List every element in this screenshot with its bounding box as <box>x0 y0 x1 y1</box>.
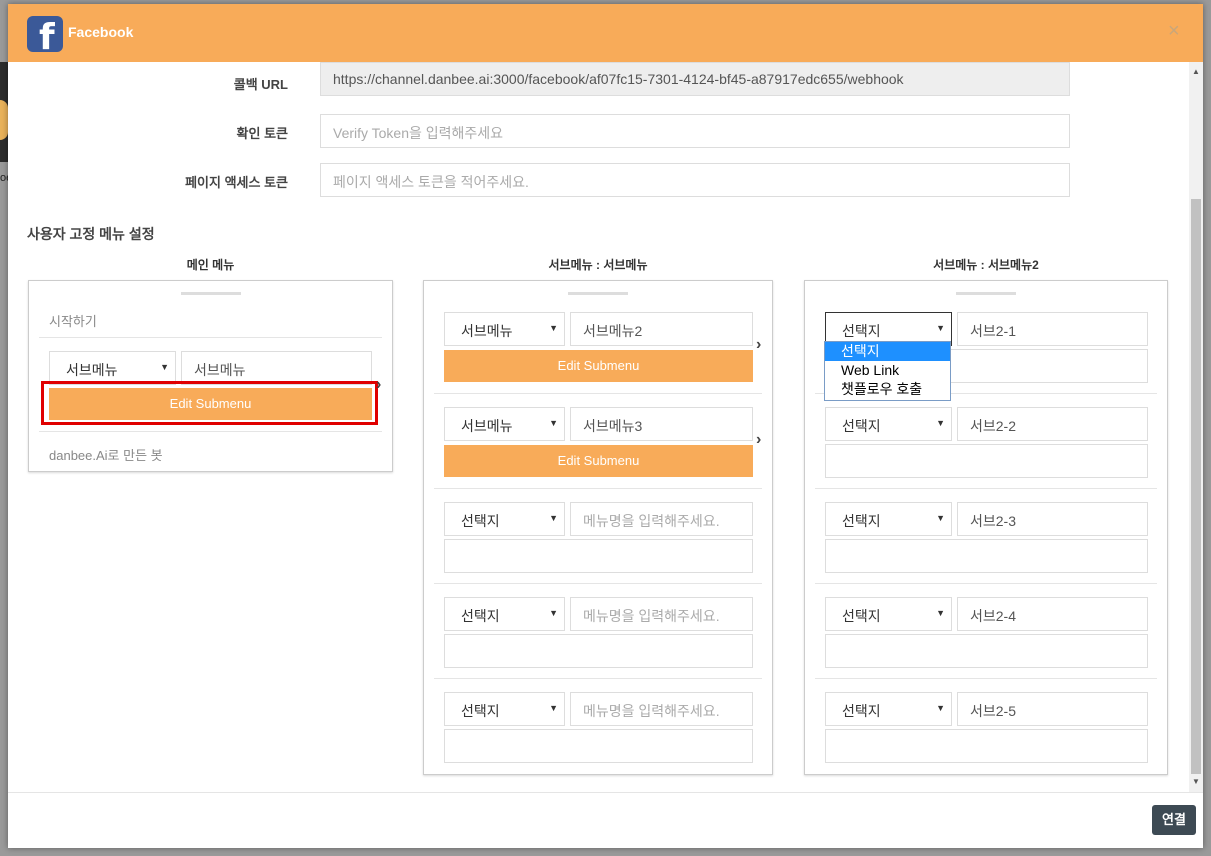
dropdown-arrow-icon: ▼ <box>160 362 169 372</box>
chevron-right-icon: › <box>756 431 762 448</box>
submenu2-name-input-4[interactable]: 서브2-4 <box>957 597 1148 631</box>
dropdown-option-chatflow[interactable]: 챗플로우 호출 <box>825 380 950 399</box>
chevron-right-icon: › <box>756 336 762 353</box>
main-menu-title: 메인 메뉴 <box>186 258 235 272</box>
dropdown-option-choice[interactable]: 선택지 <box>825 342 950 361</box>
dropdown-arrow-icon: ▼ <box>936 418 945 428</box>
callback-url-field[interactable]: https://channel.danbee.ai:3000/facebook/… <box>320 62 1070 96</box>
close-icon[interactable]: × <box>1168 20 1180 43</box>
submenu1-name-input-1[interactable]: 서브메뉴2 <box>570 312 753 346</box>
main-menu-panel: 시작하기 서브메뉴 ▼ 서브메뉴 Edit Submenu danbee.Ai로 … <box>28 280 393 472</box>
drag-handle[interactable] <box>181 292 241 295</box>
edit-submenu-button[interactable]: Edit Submenu <box>444 350 753 382</box>
submenu1-name-input-2[interactable]: 서브메뉴3 <box>570 407 753 441</box>
scroll-up-icon[interactable]: ▲ <box>1192 67 1200 76</box>
submenu2-type-select-4[interactable]: 선택지 ▼ <box>825 597 952 631</box>
vertical-scrollbar[interactable]: ▲ ▼ <box>1189 62 1203 792</box>
submenu2-type-select-2[interactable]: 선택지 ▼ <box>825 407 952 441</box>
highlight-box <box>41 381 378 425</box>
modal-title: Facebook <box>68 24 134 40</box>
footer-menu-item[interactable]: danbee.Ai로 만든 봇 <box>49 445 163 464</box>
submenu2-title: 서브메뉴 : 서브메뉴2 <box>933 258 1039 272</box>
submenu1-extra-input-5[interactable] <box>444 729 753 763</box>
submenu1-type-select-4[interactable]: 선택지 ▼ <box>444 597 565 631</box>
dropdown-arrow-icon: ▼ <box>549 418 558 428</box>
divider <box>434 678 762 679</box>
submenu2-extra-input-4[interactable] <box>825 634 1148 668</box>
submenu1-type-select-3[interactable]: 선택지 ▼ <box>444 502 565 536</box>
drag-handle[interactable] <box>568 292 628 295</box>
chevron-right-icon: › <box>376 376 382 393</box>
dropdown-arrow-icon: ▼ <box>549 703 558 713</box>
menu-section-title: 사용자 고정 메뉴 설정 <box>27 226 155 242</box>
select-dropdown-list: 선택지 Web Link 챗플로우 호출 <box>824 341 951 401</box>
dropdown-arrow-icon: ▼ <box>549 513 558 523</box>
submenu1-type-select-5[interactable]: 선택지 ▼ <box>444 692 565 726</box>
submenu2-name-input-1[interactable]: 서브2-1 <box>957 312 1148 346</box>
edit-submenu-button[interactable]: Edit Submenu <box>444 445 753 477</box>
submenu1-type-select-1[interactable]: 서브메뉴 ▼ <box>444 312 565 346</box>
submenu2-extra-input-2[interactable] <box>825 444 1148 478</box>
submenu2-extra-input-5[interactable] <box>825 729 1148 763</box>
drag-handle[interactable] <box>956 292 1016 295</box>
submenu1-extra-input-3[interactable] <box>444 539 753 573</box>
dropdown-option-weblink[interactable]: Web Link <box>825 361 950 380</box>
divider <box>434 393 762 394</box>
dropdown-arrow-icon: ▼ <box>936 703 945 713</box>
background-avatar <box>0 100 8 140</box>
divider <box>434 488 762 489</box>
facebook-logo-icon: f <box>27 16 63 52</box>
verify-token-input[interactable]: Verify Token을 입력해주세요 <box>320 114 1070 148</box>
submenu2-extra-input-3[interactable] <box>825 539 1148 573</box>
submenu2-type-select-5[interactable]: 선택지 ▼ <box>825 692 952 726</box>
verify-token-label: 확인 토큰 <box>236 126 288 141</box>
main-menu-type-select[interactable]: 서브메뉴 ▼ <box>49 351 176 385</box>
divider <box>39 431 382 432</box>
main-menu-name-input[interactable]: 서브메뉴 <box>181 351 372 385</box>
submenu1-extra-input-4[interactable] <box>444 634 753 668</box>
dropdown-arrow-icon: ▼ <box>936 323 945 333</box>
modal-body: 콜백 URL https://channel.danbee.ai:3000/fa… <box>8 62 1189 792</box>
submenu2-name-input-2[interactable]: 서브2-2 <box>957 407 1148 441</box>
divider <box>815 678 1157 679</box>
submenu1-panel: 서브메뉴 ▼ 서브메뉴2 Edit Submenu 서브메뉴 ▼ 서브메뉴3 Edi… <box>423 280 773 775</box>
submenu1-name-input-4[interactable]: 메뉴명을 입력해주세요. <box>570 597 753 631</box>
divider <box>815 583 1157 584</box>
footer-divider <box>8 792 1203 793</box>
submenu2-name-input-3[interactable]: 서브2-3 <box>957 502 1148 536</box>
callback-url-label: 콜백 URL <box>233 77 288 92</box>
scrollbar-thumb[interactable] <box>1191 199 1201 774</box>
divider <box>434 583 762 584</box>
dropdown-arrow-icon: ▼ <box>936 513 945 523</box>
divider <box>815 488 1157 489</box>
submenu1-name-input-5[interactable]: 메뉴명을 입력해주세요. <box>570 692 753 726</box>
submenu2-type-select-3[interactable]: 선택지 ▼ <box>825 502 952 536</box>
page-access-token-input[interactable]: 페이지 액세스 토큰을 적어주세요. <box>320 163 1070 197</box>
submenu1-title: 서브메뉴 : 서브메뉴 <box>548 258 648 272</box>
dropdown-arrow-icon: ▼ <box>936 608 945 618</box>
submenu2-name-input-5[interactable]: 서브2-5 <box>957 692 1148 726</box>
modal-header: f Facebook × <box>8 4 1203 62</box>
submenu1-name-input-3[interactable]: 메뉴명을 입력해주세요. <box>570 502 753 536</box>
page-access-token-label: 페이지 액세스 토큰 <box>185 175 288 190</box>
start-menu-item[interactable]: 시작하기 <box>49 311 97 330</box>
connect-button[interactable]: 연결 <box>1152 805 1196 835</box>
dropdown-arrow-icon: ▼ <box>549 323 558 333</box>
divider <box>39 337 382 338</box>
dropdown-arrow-icon: ▼ <box>549 608 558 618</box>
scroll-down-icon[interactable]: ▼ <box>1192 777 1200 786</box>
submenu1-type-select-2[interactable]: 서브메뉴 ▼ <box>444 407 565 441</box>
facebook-modal: f Facebook × 콜백 URL https://channel.danb… <box>8 4 1203 848</box>
